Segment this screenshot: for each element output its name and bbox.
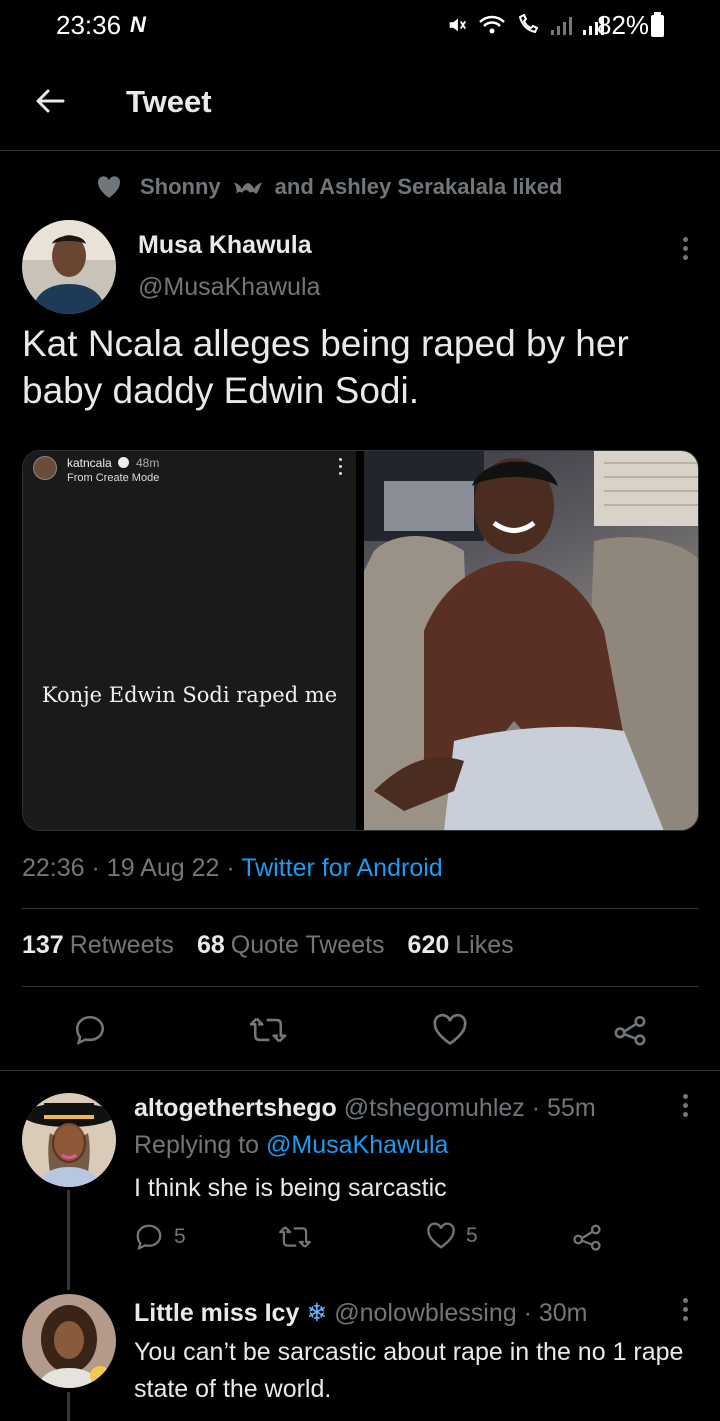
like-button[interactable] [428, 1008, 472, 1052]
reply-avatar[interactable] [22, 1093, 116, 1187]
ig-time: 48m [136, 456, 160, 470]
engagement-stats: 137 Retweets 68 Quote Tweets 620 Likes [22, 931, 514, 960]
liked-by-banner[interactable]: Shonny and Ashley Serakalala liked [96, 172, 562, 202]
tweet-source-link[interactable]: Twitter for Android [241, 854, 442, 882]
divider [0, 1070, 720, 1071]
snowflake-emoji: ❄ [306, 1299, 328, 1327]
divider [22, 908, 699, 909]
retweet-button[interactable] [246, 1008, 290, 1052]
media-image-right[interactable] [364, 451, 698, 830]
likes-stat[interactable]: 620 Likes [408, 931, 514, 960]
reply-more-options-icon[interactable] [682, 1094, 688, 1117]
heart-icon [433, 1013, 467, 1046]
liked-by-first: Shonny [140, 174, 221, 199]
liked-by-rest: and Ashley Serakalala liked [274, 174, 563, 199]
reply-author-handle[interactable]: @tshegomuhlez [344, 1094, 525, 1122]
tweet-media[interactable]: katncala 48m From Create Mode Konje Edwi… [22, 450, 699, 831]
carrier-logo-icon: N [130, 12, 146, 37]
bat-emoji-icon [233, 183, 262, 194]
reply-avatar-photo [22, 1294, 116, 1388]
ig-caption: Konje Edwin Sodi raped me [41, 683, 338, 707]
thread-line [67, 1190, 70, 1290]
reply-share-button[interactable] [572, 1222, 602, 1252]
reply-action-bar: 5 5 [134, 1222, 614, 1256]
signal-weak-icon [551, 17, 572, 35]
wifi-icon [479, 15, 505, 34]
reply-button[interactable] [68, 1008, 112, 1052]
retweet-icon [249, 1017, 287, 1043]
tweet-time: 22:36 [22, 854, 85, 882]
reply-author-handle[interactable]: @nolowblessing [334, 1299, 516, 1327]
author-handle[interactable]: @MusaKhawula [138, 273, 320, 302]
tweet-date: 19 Aug 22 [106, 854, 220, 882]
ig-avatar [33, 456, 57, 480]
tweet-text: Kat Ncala alleges being raped by her bab… [22, 323, 629, 411]
heart-icon [427, 1222, 455, 1249]
header-divider [0, 150, 720, 151]
share-icon [614, 1015, 646, 1046]
ig-more-icon [337, 458, 343, 475]
tweet-action-bar [0, 1008, 720, 1052]
reply-reply-button[interactable]: 5 [134, 1222, 186, 1252]
reply-header: Little miss Icy ❄ @nolowblessing · 30m [134, 1299, 588, 1327]
verified-icon [118, 457, 130, 468]
reply-text: I think she is being sarcastic [134, 1174, 447, 1202]
retweets-stat[interactable]: 137 Retweets [22, 931, 174, 960]
call-signal-icon [518, 14, 539, 34]
more-options-icon[interactable] [682, 237, 688, 260]
like-count: 5 [466, 1224, 478, 1247]
reply-text: You can’t be sarcastic about rape in the… [134, 1338, 684, 1403]
woman-photo [364, 451, 698, 830]
reply-time: 55m [547, 1094, 596, 1122]
status-time: 23:36 [56, 10, 122, 40]
reply-icon [136, 1224, 162, 1251]
page-title: Tweet [126, 84, 212, 119]
share-button[interactable] [608, 1008, 652, 1052]
reply-header: altogethertshego @tshegomuhlez · 55m [134, 1094, 596, 1122]
reply-author-name[interactable]: altogethertshego [134, 1094, 337, 1122]
reply-avatar[interactable] [22, 1294, 116, 1388]
reply-avatar-photo [22, 1093, 116, 1187]
ig-subtitle: From Create Mode [67, 472, 160, 484]
thread-line [67, 1392, 70, 1421]
quote-tweets-stat[interactable]: 68 Quote Tweets [197, 931, 385, 960]
reply-count: 5 [174, 1225, 186, 1248]
back-arrow-icon[interactable] [33, 84, 67, 118]
reply-retweet-button[interactable] [279, 1222, 311, 1252]
author-name[interactable]: Musa Khawula [138, 231, 312, 260]
media-image-left[interactable]: katncala 48m From Create Mode Konje Edwi… [23, 451, 356, 830]
battery-icon [651, 12, 664, 37]
divider [22, 986, 699, 987]
author-avatar[interactable] [22, 220, 116, 314]
replying-to-handle[interactable]: @MusaKhawula [266, 1131, 448, 1159]
reply-more-options-icon[interactable] [682, 1298, 688, 1321]
share-icon [573, 1224, 601, 1251]
tweet-timestamp: 22:36 · 19 Aug 22 · Twitter for Android [22, 854, 443, 882]
replying-to: Replying to @MusaKhawula [134, 1131, 449, 1159]
reply-like-button[interactable]: 5 [426, 1222, 478, 1250]
ig-username: katncala [67, 456, 130, 470]
author-photo [22, 220, 116, 314]
reply-time: 30m [538, 1299, 588, 1327]
battery-percent: 82% [597, 10, 650, 40]
status-icons [446, 14, 604, 36]
heart-filled-icon [98, 176, 121, 198]
reply-icon [75, 1015, 105, 1046]
retweet-icon [279, 1226, 311, 1248]
mute-icon [449, 18, 467, 32]
reply-author-name[interactable]: Little miss Icy [134, 1299, 299, 1327]
